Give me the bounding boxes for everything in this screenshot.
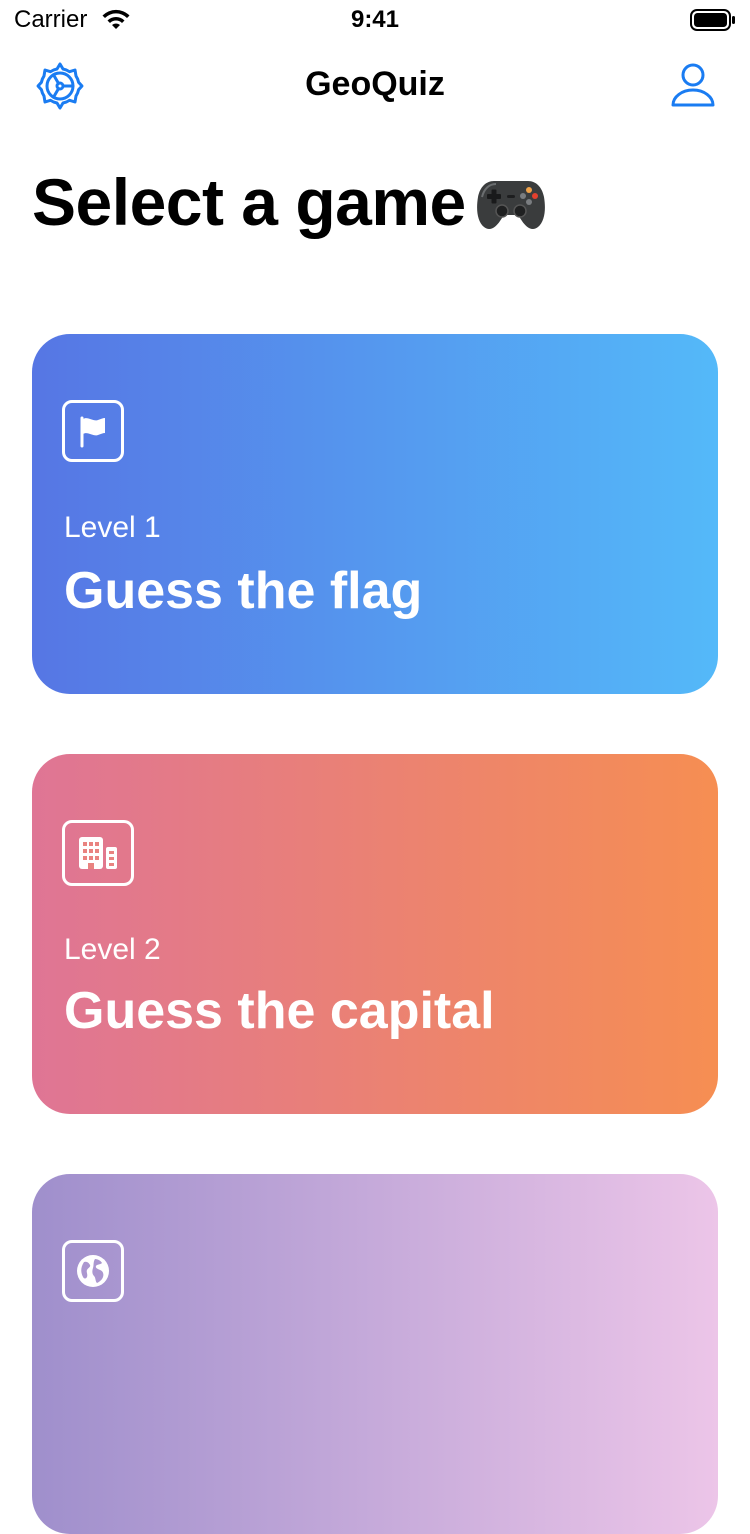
status-bar: Carrier 9:41 bbox=[0, 0, 750, 40]
globe-icon bbox=[62, 1240, 124, 1302]
status-time: 9:41 bbox=[350, 6, 400, 33]
page-title: Select a game bbox=[32, 160, 548, 244]
flag-icon bbox=[62, 400, 124, 462]
building-icon bbox=[62, 820, 134, 886]
game-card-level-1[interactable]: Level 1 Guess the flag bbox=[32, 334, 718, 694]
card-level-label: Level 2 bbox=[64, 933, 161, 966]
page-title-text: Select a game bbox=[32, 165, 466, 239]
card-level-label: Level 1 bbox=[64, 511, 161, 544]
app-title: GeoQuiz bbox=[305, 65, 445, 103]
game-card-level-2[interactable]: Level 2 Guess the capital bbox=[32, 754, 718, 1114]
gamepad-icon bbox=[476, 180, 545, 229]
game-card-level-3[interactable] bbox=[32, 1174, 718, 1534]
nav-bar: GeoQuiz bbox=[0, 40, 750, 128]
card-title: Guess the flag bbox=[64, 562, 423, 620]
card-title: Guess the capital bbox=[64, 982, 495, 1040]
battery-icon bbox=[690, 9, 735, 31]
profile-icon[interactable] bbox=[670, 62, 716, 108]
